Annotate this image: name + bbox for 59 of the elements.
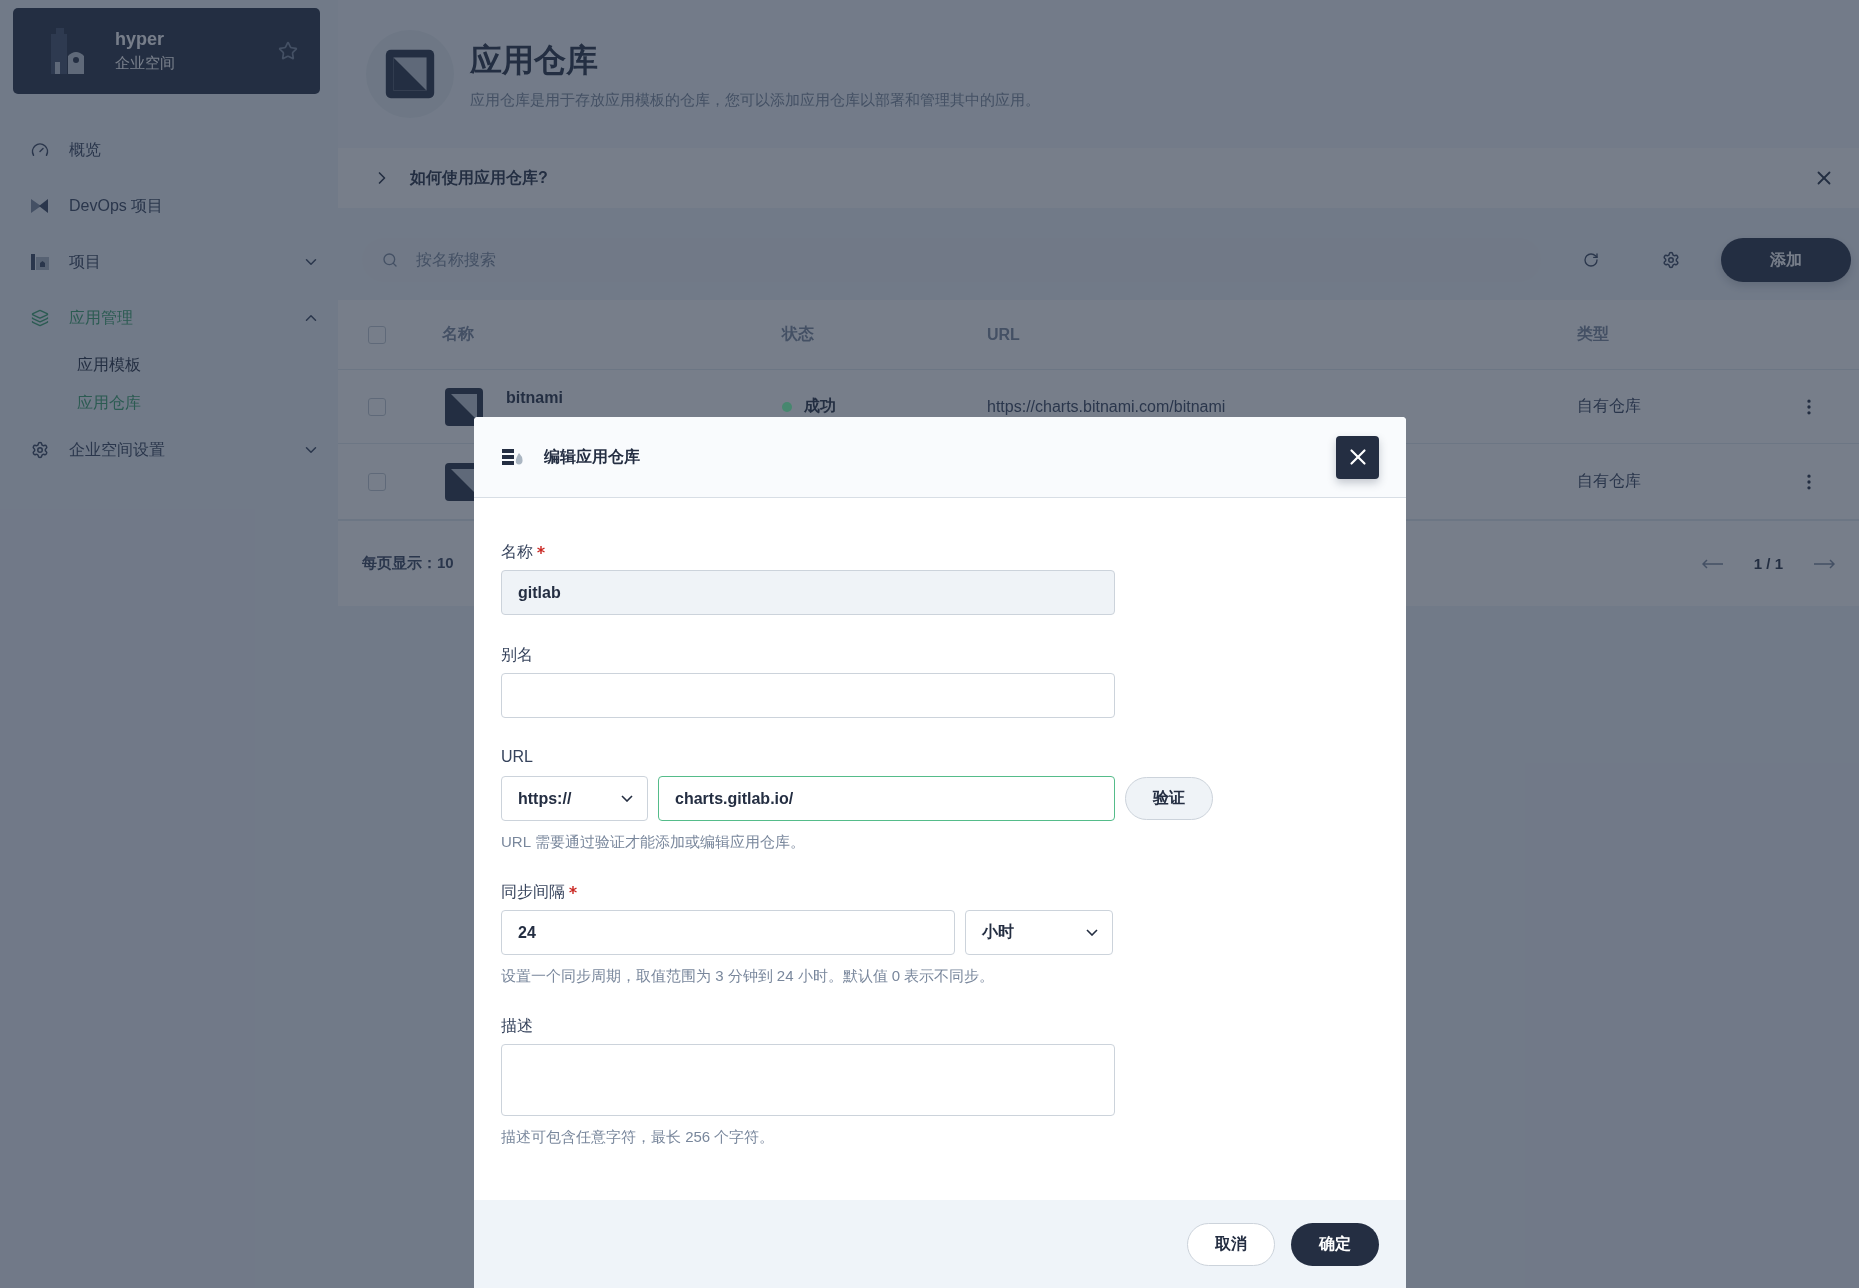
- field-label: 名称: [501, 542, 533, 562]
- guide-bar[interactable]: 如何使用应用仓库?: [338, 148, 1859, 208]
- checkbox[interactable]: [368, 397, 386, 416]
- nav-subitem[interactable]: 应用仓库: [31, 384, 320, 422]
- field-hint: URL 需要通过验证才能添加或编辑应用仓库。: [501, 833, 806, 852]
- layers-icon: [31, 309, 49, 327]
- search-icon: [382, 252, 398, 268]
- repository-name[interactable]: bitnami: [506, 388, 563, 407]
- repository-stack-icon: [502, 449, 524, 465]
- description-field[interactable]: [501, 1044, 1115, 1116]
- project-icon: [31, 253, 49, 271]
- arrow-right-icon[interactable]: [1813, 558, 1835, 569]
- nav-item[interactable]: 企业空间设置: [31, 422, 320, 478]
- guide-title: 如何使用应用仓库?: [410, 167, 549, 188]
- field-label: 同步间隔: [501, 882, 565, 902]
- url-field[interactable]: charts.gitlab.io/: [658, 776, 1115, 821]
- chevron-down-icon: [621, 795, 633, 802]
- settings-icon: [31, 441, 49, 459]
- verify-button[interactable]: 验证: [1125, 777, 1213, 820]
- settings-icon: [1662, 251, 1680, 269]
- workspace-icon: [51, 28, 85, 74]
- checkbox[interactable]: [368, 325, 386, 344]
- close-button[interactable]: [1336, 435, 1379, 479]
- cancel-button[interactable]: 取消: [1187, 1222, 1275, 1266]
- field-hint: 描述可包含任意字符，最长 256 个字符。: [501, 1128, 776, 1147]
- gauge-icon: [31, 141, 49, 159]
- chevron-down-icon: [1086, 929, 1098, 936]
- workspace-name: hyper: [115, 29, 166, 50]
- text-field[interactable]: [501, 673, 1115, 718]
- field-label: 别名: [501, 645, 533, 665]
- dialog-title: 编辑应用仓库: [544, 446, 641, 467]
- star-icon[interactable]: [278, 41, 298, 61]
- confirm-button[interactable]: 确定: [1291, 1222, 1379, 1266]
- add-button[interactable]: 添加: [1721, 238, 1851, 282]
- field-label: 描述: [501, 1016, 533, 1036]
- interval-field[interactable]: 24: [501, 910, 955, 955]
- field-label: URL: [501, 748, 533, 766]
- workspace-card[interactable]: hyper 企业空间: [13, 8, 320, 94]
- field-hint: 设置一个同步周期，取值范围为 3 分钟到 24 小时。默认值 0 表示不同步。: [501, 967, 996, 986]
- repository-url: https://charts.bitnami.com/bitnami: [987, 397, 1226, 415]
- required-icon: [537, 546, 545, 554]
- nav-item[interactable]: 应用管理: [31, 290, 320, 346]
- nav-subitem[interactable]: 应用模板: [31, 346, 320, 384]
- protocol-select[interactable]: https://: [501, 776, 648, 821]
- unit-select[interactable]: 小时: [965, 910, 1113, 955]
- nav-item[interactable]: DevOps 项目: [31, 178, 320, 234]
- nav-item[interactable]: 概览: [31, 122, 320, 178]
- page-number: 1 / 1: [1753, 555, 1783, 572]
- arrow-left-icon[interactable]: [1701, 558, 1724, 569]
- required-icon: [569, 886, 577, 894]
- repository-type: 自有仓库: [1577, 396, 1642, 416]
- workspace-type: 企业空间: [115, 54, 176, 73]
- refresh-icon: [1583, 252, 1599, 268]
- devops-icon: [31, 197, 49, 215]
- page-title: 应用仓库: [470, 40, 599, 80]
- checkbox[interactable]: [368, 472, 386, 491]
- status-text: 成功: [804, 396, 836, 416]
- nav-item[interactable]: 项目: [31, 234, 320, 290]
- repository-type: 自有仓库: [1577, 471, 1642, 491]
